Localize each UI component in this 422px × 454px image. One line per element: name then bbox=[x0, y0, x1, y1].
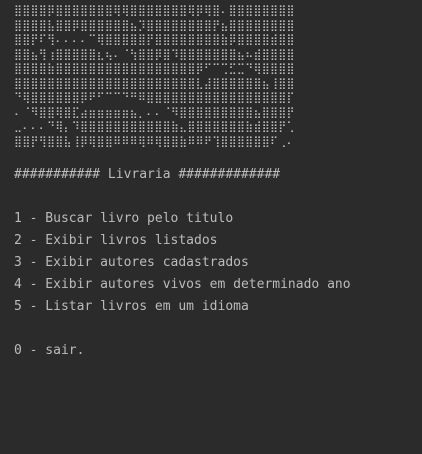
menu-option-4: 4 - Exibir autores vivos em determinado … bbox=[14, 277, 351, 292]
ascii-art-line: ⠙⢿⣿⣿⣿⣿⣿⣿⡿⠟⠋⠉⠉⠙⠛⠿⣿⣿⣿⣿⣿⣿⣿⣿⣿⣿⣿⣿⣿⣿⣿⣿⣿⡏ bbox=[14, 91, 295, 104]
ascii-art-line: ⣿⣿⣿⣿⡿⣿⣿⣿⣿⣿⣿⣿⢿⢿⣿⣿⣿⣿⣿⣿⣿⢿⡿⢿⣿⠄⣿⣿⣿⣿⣿⣿⣿⣿ bbox=[14, 4, 295, 17]
menu-option-2: 2 - Exibir livros listados bbox=[14, 233, 218, 248]
ascii-art-line: ⣿⣿⣿⣿⣿⣿⣿⣿⣿⣿⣿⣿⣿⣿⣿⣿⣿⣿⣿⣿⣿⣿⣇⣼⣿⣿⣿⣿⣿⣿⣦⢸⣿⣿ bbox=[14, 76, 295, 90]
ascii-art-line: ⠄⠈⠻⣿⣿⢿⣿⣏⣴⣶⣶⣶⣶⣶⣦⡀⠄⠄⠈⠻⣿⣿⣿⣿⣿⣿⣿⣿⣿⣦⣿⣿⣿⡟ bbox=[14, 105, 295, 119]
menu-option-1: 1 - Buscar livro pelo titulo bbox=[14, 211, 234, 226]
menu-header: ########### Livraria ############# bbox=[14, 167, 281, 182]
ascii-art-line: ⣿⣿⡟⢻⣿⣿⣧⢸⡿⢿⣿⣿⠿⠿⠿⢿⠿⢿⣿⣿⣷⠿⠿⠟⢹⣿⣿⣿⣿⣿⣿⠏⢀⠄ bbox=[14, 134, 295, 148]
ascii-art-line: ⣿⣿⣿⣿⣧⣿⣿⡿⣿⣿⣿⣿⣿⣿⣦⡹⣿⣿⣿⣿⣿⣿⣿⣿⡟⣦⣿⣿⣿⣿⣿⣿⣿⣿ bbox=[14, 18, 295, 32]
ascii-art: ⣿⣿⣿⣿⡿⣿⣿⣿⣿⣿⣿⣿⢿⢿⣿⣿⣿⣿⣿⣿⣿⢿⡿⢿⣿⠄⣿⣿⣿⣿⣿⣿⣿⣿ ⣿⣿⣿⣿⣧… bbox=[14, 4, 418, 149]
menu-option-3: 3 - Exibir autores cadastrados bbox=[14, 255, 249, 270]
ascii-art-line: ⣿⣿⣦⢻⢰⣿⣿⣿⣿⣿⣆⢦⠄⠈⢳⣿⣿⡿⣿⠹⣿⣿⣿⣿⣿⣿⣿⣦⠦⣾⣿⣿⣿⣿ bbox=[14, 47, 295, 61]
menu-option-exit: 0 - sair. bbox=[14, 343, 85, 358]
console-output: ⣿⣿⣿⣿⡿⣿⣿⣿⣿⣿⣿⣿⢿⢿⣿⣿⣿⣿⣿⣿⣿⢿⡿⢿⣿⠄⣿⣿⣿⣿⣿⣿⣿⣿ ⣿⣿⣿⣿⣧… bbox=[14, 4, 418, 362]
ascii-art-line: ⣿⣿⣿⣿⣷⣿⣿⣿⣿⣿⣿⣿⣿⣿⣿⣿⣿⣿⣿⣿⣿⣿⡿⠋⠉⢉⣋⣉⠙⢿⣿⣿⣿⣿ bbox=[14, 62, 295, 75]
ascii-art-line: ⣀⠄⠄⠄⠙⢿⡄⠹⣿⣿⣿⣿⣿⣿⣿⣿⣿⣿⣿⣷⣄⣿⣿⣿⣿⣿⣿⣿⣷⣾⣿⣿⡟⢁ bbox=[14, 120, 295, 133]
menu-option-5: 5 - Listar livros em um idioma bbox=[14, 299, 249, 314]
ascii-art-line: ⣿⣿⡟⠏⢻⠄⠄⠄⠄⠉⢿⣿⣿⣿⣿⣿⡟⣿⣿⣿⣿⣿⣿⣿⣿⣷⡿⣿⣿⣿⣿⣾⣿⣿ bbox=[14, 33, 295, 46]
